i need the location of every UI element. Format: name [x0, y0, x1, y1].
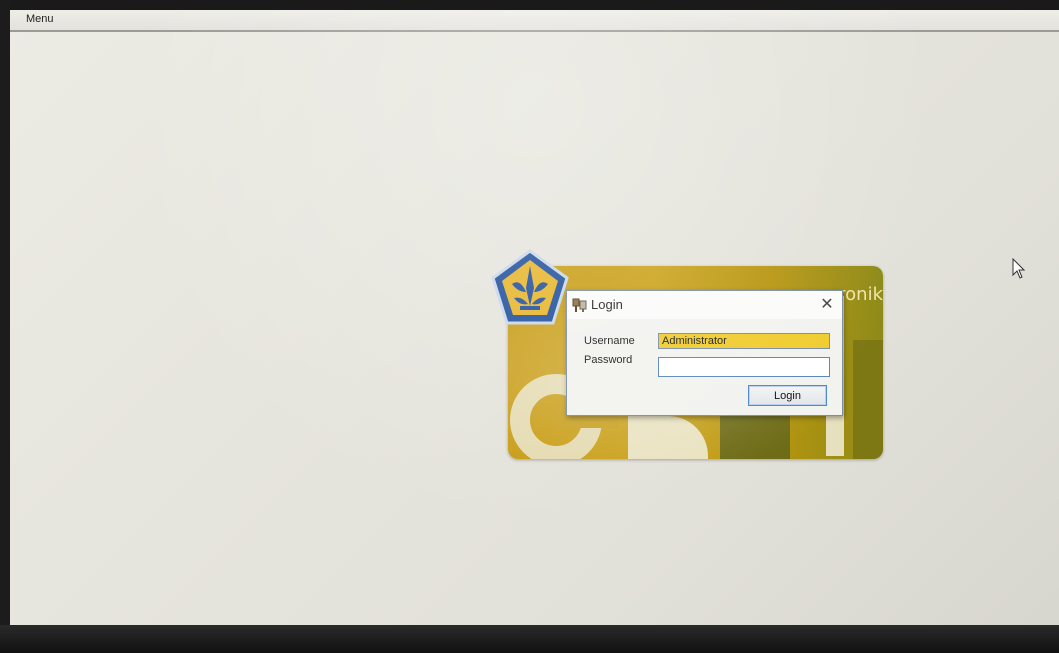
dialog-title: Login	[591, 297, 623, 312]
mouse-pointer-icon	[1012, 258, 1026, 279]
username-label: Username	[584, 335, 635, 347]
close-button[interactable]: ✕	[816, 294, 838, 316]
dialog-titlebar[interactable]: Login ✕	[567, 291, 842, 319]
password-field[interactable]	[658, 357, 830, 377]
login-button[interactable]: Login	[748, 385, 827, 406]
password-label: Password	[584, 354, 633, 366]
monitor-bezel-left	[0, 0, 10, 653]
desktop-screen: Menu ronik Login ✕ Username Administrato…	[10, 10, 1059, 653]
login-keys-icon	[572, 298, 587, 312]
splash-title: ronik	[838, 284, 883, 305]
menu-bar: Menu	[10, 10, 1059, 32]
kemenkeu-emblem-icon	[491, 249, 569, 325]
username-field[interactable]	[658, 333, 830, 349]
menu-item-menu[interactable]: Menu	[26, 13, 54, 25]
monitor-bezel-bottom	[0, 625, 1059, 653]
login-dialog: Login ✕ Username Password Login	[566, 290, 843, 416]
